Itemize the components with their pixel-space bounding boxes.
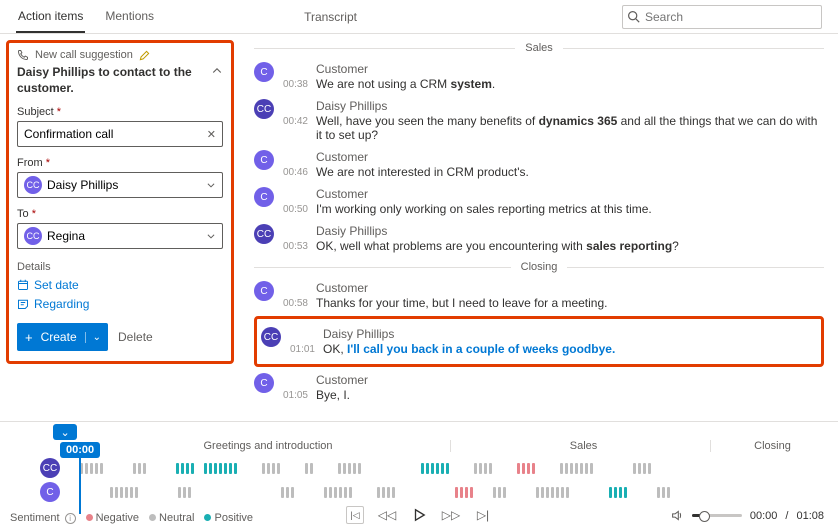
skip-back-button[interactable]: |◁ [346,506,364,524]
transcript-entry: C 00:46 CustomerWe are not interested in… [254,146,824,183]
timestamp: 01:05 [282,390,308,402]
rewind-button[interactable]: ◁◁ [378,506,396,524]
info-icon[interactable]: i [65,513,76,524]
subject-label: Subject * [17,106,223,118]
from-field[interactable]: CC [17,172,223,198]
timestamp: 00:42 [282,116,308,142]
to-input[interactable] [47,229,206,243]
transcript-entry: C 00:58 CustomerThanks for your time, bu… [254,277,824,314]
to-field[interactable]: CC [17,223,223,249]
to-label: To * [17,208,223,220]
delete-link[interactable]: Delete [118,330,153,344]
play-button[interactable] [410,506,428,524]
segment-label: Closing [710,440,828,452]
segment-label: Sales [450,440,710,452]
to-avatar: CC [24,227,42,245]
action-item-card: New call suggestion Daisy Phillips to co… [6,40,234,364]
avatar: C [40,482,60,502]
transcript-entry: CC 00:42 Daisy PhillipsWell, have you se… [254,95,824,146]
avatar: CC [40,458,60,478]
calendar-icon [17,279,29,291]
section-sales: Sales [254,42,824,54]
section-closing: Closing [254,261,824,273]
volume-icon[interactable] [671,509,684,522]
avatar: CC [261,327,281,347]
chevron-down-icon[interactable]: ⌄ [53,424,77,440]
forward-button[interactable]: ▷▷ [442,506,460,524]
sentiment-track[interactable] [70,486,828,498]
chevron-down-icon[interactable] [206,231,216,241]
regarding-icon [17,298,29,310]
regarding-link[interactable]: Regarding [17,297,223,311]
plus-icon: + [17,330,41,345]
edit-icon[interactable] [139,50,150,61]
search-icon [627,10,640,23]
timeline: ⌄ 00:00 Greetings and introduction Sales… [0,421,838,532]
transcript-entry: C 00:38 CustomerWe are not using a CRM s… [254,58,824,95]
sentiment-track[interactable] [70,462,828,474]
timestamp: 00:46 [282,167,308,179]
time-current: 00:00 [750,510,778,522]
tab-mentions[interactable]: Mentions [103,1,156,33]
tab-action-items[interactable]: Action items [16,1,85,33]
phone-icon [17,49,29,61]
set-date-link[interactable]: Set date [17,278,223,292]
from-avatar: CC [24,176,42,194]
clear-icon[interactable]: ✕ [207,128,216,141]
avatar: C [254,62,274,82]
timestamp: 00:58 [282,298,308,310]
transcript-title: Transcript [304,10,357,24]
avatar: C [254,150,274,170]
timeline-row-agent: CC [40,456,828,480]
transcript-panel[interactable]: Sales C 00:38 CustomerWe are not using a… [240,34,838,421]
from-input[interactable] [47,178,206,192]
segment-label: Greetings and introduction [80,440,450,452]
highlighted-entry: CC 01:01 Daisy PhillipsOK, I'll call you… [254,316,824,367]
avatar: C [254,281,274,301]
chevron-down-icon[interactable] [206,180,216,190]
transcript-entry: CC 00:53 Dasiy PhillipsOK, well what pro… [254,220,824,257]
avatar: C [254,373,274,393]
timestamp: 01:01 [289,344,315,356]
create-split-chevron[interactable]: ⌄ [85,332,108,343]
volume-slider[interactable] [692,514,742,517]
details-label: Details [17,261,223,273]
avatar: CC [254,224,274,244]
transcript-entry: C 01:05 CustomerBye, I. [254,369,824,406]
subject-input[interactable] [24,127,207,141]
timestamp: 00:50 [282,204,308,216]
time-total: 01:08 [796,510,824,522]
transcript-entry: C 00:50 CustomerI'm working only working… [254,183,824,220]
timestamp: 00:53 [282,241,308,253]
skip-forward-button[interactable]: ▷| [474,506,492,524]
avatar: C [254,187,274,207]
timestamp: 00:38 [282,79,308,91]
search-input[interactable] [622,5,822,29]
action-title: Daisy Phillips to contact to the custome… [17,65,197,96]
create-button[interactable]: + Create ⌄ [17,323,108,351]
suggestion-label: New call suggestion [35,49,133,61]
playhead-time: 00:00 [60,442,100,458]
player-controls: |◁ ◁◁ ▷▷ ▷| [346,506,492,524]
avatar: CC [254,99,274,119]
timeline-row-customer: C [40,480,828,504]
time-sep: / [785,510,788,522]
playhead-marker[interactable]: ⌄ 00:00 [60,424,100,514]
collapse-icon[interactable] [211,65,223,77]
from-label: From * [17,157,223,169]
